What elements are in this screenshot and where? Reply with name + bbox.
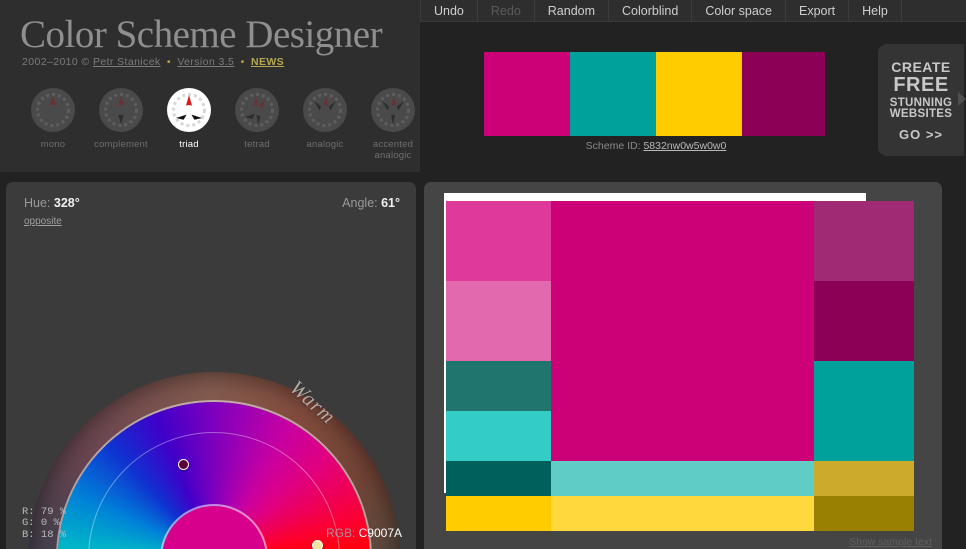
preview-cell[interactable] — [446, 281, 551, 361]
app-root: Color Scheme Designer 2002–2010 © Petr S… — [0, 0, 966, 549]
separator-2: • — [237, 56, 248, 68]
news-link[interactable]: NEWS — [251, 56, 284, 68]
scheme-type-label: accented analogic — [372, 139, 414, 161]
marker-secondary[interactable] — [312, 540, 323, 549]
scheme-type-analogic[interactable]: analogic — [294, 88, 356, 161]
scheme-type-label: mono — [40, 139, 66, 150]
scheme-swatch-row — [484, 52, 825, 136]
rgb-hex-label: RGB: — [325, 526, 359, 540]
scheme-type-tetrad[interactable]: tetrad — [226, 88, 288, 161]
hue-readout: Hue: 328° — [24, 196, 80, 210]
menu-item-export[interactable]: Export — [786, 0, 850, 21]
marker-primary[interactable] — [178, 459, 189, 470]
separator-1: • — [163, 56, 175, 68]
scheme-type-mono[interactable]: mono — [22, 88, 84, 161]
preview-cell[interactable] — [814, 201, 914, 281]
opposite-link[interactable]: opposite — [24, 216, 62, 227]
preview-cell[interactable] — [814, 496, 914, 531]
menu-item-redo: Redo — [478, 0, 535, 21]
preview-cell[interactable] — [814, 281, 914, 361]
copyright-years: 2002–2010 © — [22, 56, 93, 68]
dial-accented-analogic-icon — [371, 88, 415, 132]
scheme-type-label: tetrad — [244, 139, 270, 150]
ad-line-1: CREATE — [891, 58, 951, 75]
dial-tetrad-icon — [235, 88, 279, 132]
ad-line-2: FREE — [893, 73, 949, 96]
color-wheel-panel: Hue: 328° Angle: 61° opposite Warm cold … — [6, 182, 416, 549]
preview-cell[interactable] — [446, 201, 551, 281]
scheme-type-triad[interactable]: triad — [158, 88, 220, 161]
header-zone: Color Scheme Designer 2002–2010 © Petr S… — [0, 0, 420, 172]
preview-cell[interactable] — [446, 496, 551, 531]
scheme-type-label: triad — [179, 139, 199, 150]
rgb-percent-readout: R: 79 % G: 0 % B: 18 % — [22, 506, 67, 542]
scheme-id-value[interactable]: 5832nw0w5w0w0 — [643, 140, 726, 152]
dial-mono-icon — [31, 88, 75, 132]
ad-arrow-icon — [958, 92, 966, 106]
angle-readout: Angle: 61° — [342, 196, 400, 210]
ad-line-4: WEBSITES — [889, 108, 953, 120]
author-link[interactable]: Petr Stanicek — [93, 56, 161, 68]
scheme-swatch-2[interactable] — [570, 52, 656, 136]
preview-cell[interactable] — [814, 461, 914, 496]
rgb-hex-value: C9007A — [358, 526, 402, 540]
preview-cell[interactable] — [446, 361, 551, 411]
scheme-swatch-3[interactable] — [656, 52, 742, 136]
scheme-type-accented-analogic[interactable]: accented analogic — [362, 88, 424, 161]
rgb-hex-readout: RGB: C9007A — [326, 526, 402, 540]
main-menu-bar: Undo Redo Random Colorblind Color space … — [420, 0, 966, 22]
dial-complement-icon — [99, 88, 143, 132]
version-link[interactable]: Version 3.5 — [177, 56, 234, 68]
subtitle: 2002–2010 © Petr Stanicek • Version 3.5 … — [22, 56, 284, 68]
dial-triad-icon — [167, 88, 211, 132]
preview-cell[interactable] — [551, 461, 814, 496]
preview-cell[interactable] — [551, 201, 814, 461]
show-sample-text-link[interactable]: Show sample text — [849, 536, 932, 548]
scheme-type-label: complement — [94, 139, 148, 150]
angle-label: Angle: — [342, 196, 382, 210]
preview-cell[interactable] — [814, 361, 914, 461]
scheme-swatch-1[interactable] — [484, 52, 570, 136]
scheme-swatch-4[interactable] — [742, 52, 825, 136]
ad-banner[interactable]: CREATE FREE STUNNING WEBSITES GO >> — [878, 44, 964, 156]
preview-cell[interactable] — [446, 411, 551, 461]
hue-value: 328° — [53, 196, 80, 210]
menu-item-help[interactable]: Help — [849, 0, 902, 21]
scheme-id: Scheme ID: 5832nw0w5w0w0 — [484, 140, 828, 152]
preview-color-grid — [446, 201, 914, 531]
menu-item-random[interactable]: Random — [535, 0, 610, 21]
scheme-type-label: analogic — [306, 139, 344, 150]
scheme-id-label: Scheme ID: — [585, 140, 644, 152]
rgb-g: G: 0 % — [22, 517, 60, 529]
angle-value: 61° — [381, 196, 400, 210]
dial-analogic-icon — [303, 88, 347, 132]
preview-top-strip — [444, 193, 866, 201]
rgb-b: B: 18 % — [22, 528, 67, 541]
scheme-type-complement[interactable]: complement — [90, 88, 152, 161]
preview-cell[interactable] — [446, 461, 551, 496]
menu-item-color-space[interactable]: Color space — [692, 0, 787, 21]
preview-cell[interactable] — [551, 496, 814, 531]
menu-item-colorblind[interactable]: Colorblind — [609, 0, 693, 21]
page-title: Color Scheme Designer — [20, 13, 383, 56]
preview-panel: Show sample text — [424, 182, 942, 549]
hue-label: Hue: — [24, 196, 54, 210]
ad-cta[interactable]: GO >> — [899, 128, 943, 141]
menu-item-undo[interactable]: Undo — [420, 0, 478, 21]
scheme-type-selector: mono complement triad tetrad analogic ac… — [22, 88, 424, 161]
